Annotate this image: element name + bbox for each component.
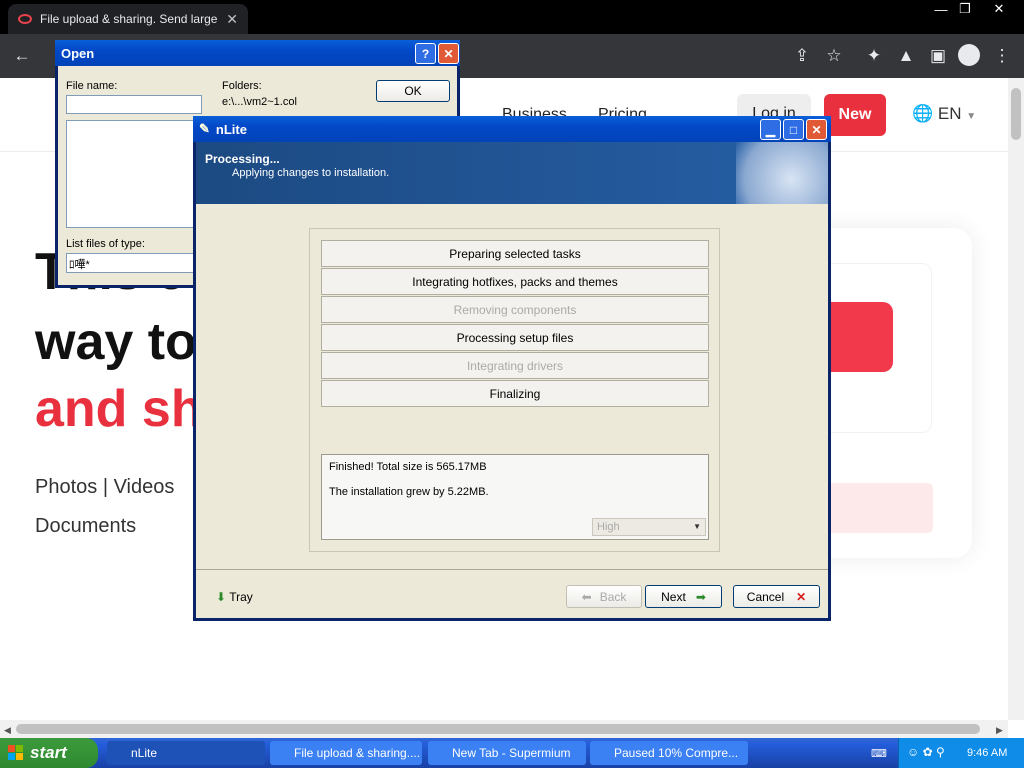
close-window-button[interactable]: ✕ [986, 0, 1012, 18]
language-label: EN [937, 104, 962, 123]
help-button[interactable]: ? [415, 43, 436, 64]
browser-tabstrip: File upload & sharing. Send large ph ✕ —… [0, 0, 1024, 34]
menu-kebab-icon[interactable]: ⋮ [990, 44, 1014, 68]
footer-divider [196, 569, 828, 570]
back-arrow-icon[interactable]: ← [10, 44, 34, 68]
share-icon[interactable]: ⇪ [790, 44, 814, 68]
profile-avatar[interactable] [958, 44, 980, 66]
scroll-left-icon[interactable]: ◀ [4, 725, 11, 736]
vertical-scrollbar[interactable] [1008, 78, 1024, 720]
task-setup-files: Processing setup files [321, 324, 709, 351]
log-total-size: Finished! Total size is 565.17MB [329, 461, 487, 473]
priority-select[interactable]: High ▼ [592, 518, 706, 536]
upload-card-secondary[interactable] [818, 483, 933, 533]
back-label: Back [599, 589, 627, 604]
tray-label: Tray [229, 590, 253, 604]
site-favicon-icon [18, 14, 32, 24]
restore-button[interactable]: ❐ [952, 0, 978, 18]
file-types-documents: Documents [35, 515, 137, 537]
nlite-titlebar[interactable]: ✎ nLite [193, 116, 831, 142]
back-icon: ⬅ [581, 589, 592, 604]
next-label: Next [661, 589, 686, 604]
browser-tab[interactable]: File upload & sharing. Send large ph ✕ [8, 4, 248, 34]
cancel-button[interactable]: Cancel ✕ [733, 585, 820, 608]
file-types-line: Photos | Videos [35, 476, 175, 498]
processing-title: Processing... [205, 152, 280, 166]
file-type-select[interactable]: ﾛ嘩* [66, 253, 202, 273]
taskbar-item-newtab[interactable]: New Tab - Supermium [428, 741, 586, 765]
priority-value: High [597, 521, 620, 533]
nlite-app-icon: ✎ [199, 121, 210, 136]
open-dialog-title: Open [61, 45, 95, 61]
chevron-down-icon: ▼ [966, 111, 977, 122]
task-preparing: Preparing selected tasks [321, 240, 709, 267]
nlite-minimize-button[interactable]: ▁ [760, 119, 781, 140]
log-growth: The installation grew by 5.22MB. [329, 486, 489, 498]
task-removing-components: Removing components [321, 296, 709, 323]
result-log: Finished! Total size is 565.17MB The ins… [321, 454, 709, 540]
tray-button[interactable]: ⬇ Tray [216, 590, 253, 604]
folders-label: Folders: [222, 80, 262, 92]
extensions-icon[interactable]: ✦ [862, 44, 886, 68]
globe-icon: 🌐 [912, 104, 934, 123]
open-dialog-titlebar[interactable]: Open [55, 40, 460, 66]
vertical-scroll-thumb[interactable] [1011, 88, 1021, 140]
hero-line-3: and sh [35, 380, 203, 438]
nlite-close-button[interactable]: ✕ [806, 119, 827, 140]
bookmark-star-icon[interactable]: ☆ [822, 44, 846, 68]
nlite-window: ✎ nLite ▁ □ ✕ Processing... Applying cha… [193, 116, 831, 621]
processing-subtitle: Applying changes to installation. [232, 167, 390, 179]
windows-flag-icon [8, 745, 24, 761]
dropdown-arrow-icon: ▼ [693, 522, 701, 531]
next-icon: ➡ [695, 589, 706, 604]
clock: 9:46 AM [967, 747, 1008, 759]
next-button[interactable]: Next ➡ [645, 585, 722, 608]
tab-close-icon[interactable]: ✕ [226, 11, 238, 28]
ok-button[interactable]: OK [376, 80, 450, 102]
file-name-input[interactable] [66, 95, 202, 114]
cancel-icon: ✕ [796, 589, 807, 604]
nlite-maximize-button[interactable]: □ [783, 119, 804, 140]
language-selector[interactable]: 🌐 EN ▼ [912, 104, 976, 124]
cancel-label: Cancel [746, 589, 785, 604]
minimize-button[interactable]: — [928, 0, 954, 18]
hero-line-2: way to [35, 313, 197, 371]
open-dialog-close-button[interactable]: ✕ [438, 43, 459, 64]
task-drivers: Integrating drivers [321, 352, 709, 379]
file-list[interactable] [66, 120, 202, 228]
new-button[interactable]: New [824, 94, 886, 136]
nlite-logo-icon [736, 142, 828, 204]
side-panel-icon[interactable]: ▣ [926, 44, 950, 68]
taskbar-item-nlite[interactable]: nLite [107, 741, 265, 765]
keyboard-icon[interactable]: ⌨ [871, 747, 887, 760]
system-tray: ☺ ✿ ⚲ 9:46 AM [898, 738, 1024, 768]
nlite-header-banner: Processing... Applying changes to instal… [196, 142, 828, 204]
nlite-title: nLite [215, 121, 247, 137]
horizontal-scroll-thumb[interactable] [16, 724, 980, 734]
folders-path: e:\...\vm2~1.col [222, 96, 297, 108]
back-button[interactable]: ⬅ Back [566, 585, 642, 608]
tray-app-icons[interactable]: ☺ ✿ ⚲ [907, 745, 945, 759]
task-finalizing: Finalizing [321, 380, 709, 407]
labs-flask-icon[interactable]: ▲ [894, 44, 918, 68]
scroll-right-icon[interactable]: ▶ [996, 725, 1003, 736]
list-files-type-label: List files of type: [66, 238, 145, 250]
file-name-label: File name: [66, 80, 118, 92]
taskbar-item-browser[interactable]: File upload & sharing.... [270, 741, 422, 765]
tray-icon: ⬇ [216, 590, 227, 604]
task-hotfixes: Integrating hotfixes, packs and themes [321, 268, 709, 295]
tab-title: File upload & sharing. Send large ph [40, 12, 221, 26]
start-label: start [30, 743, 67, 762]
taskbar-item-7zip[interactable]: Paused 10% Compre... [590, 741, 748, 765]
